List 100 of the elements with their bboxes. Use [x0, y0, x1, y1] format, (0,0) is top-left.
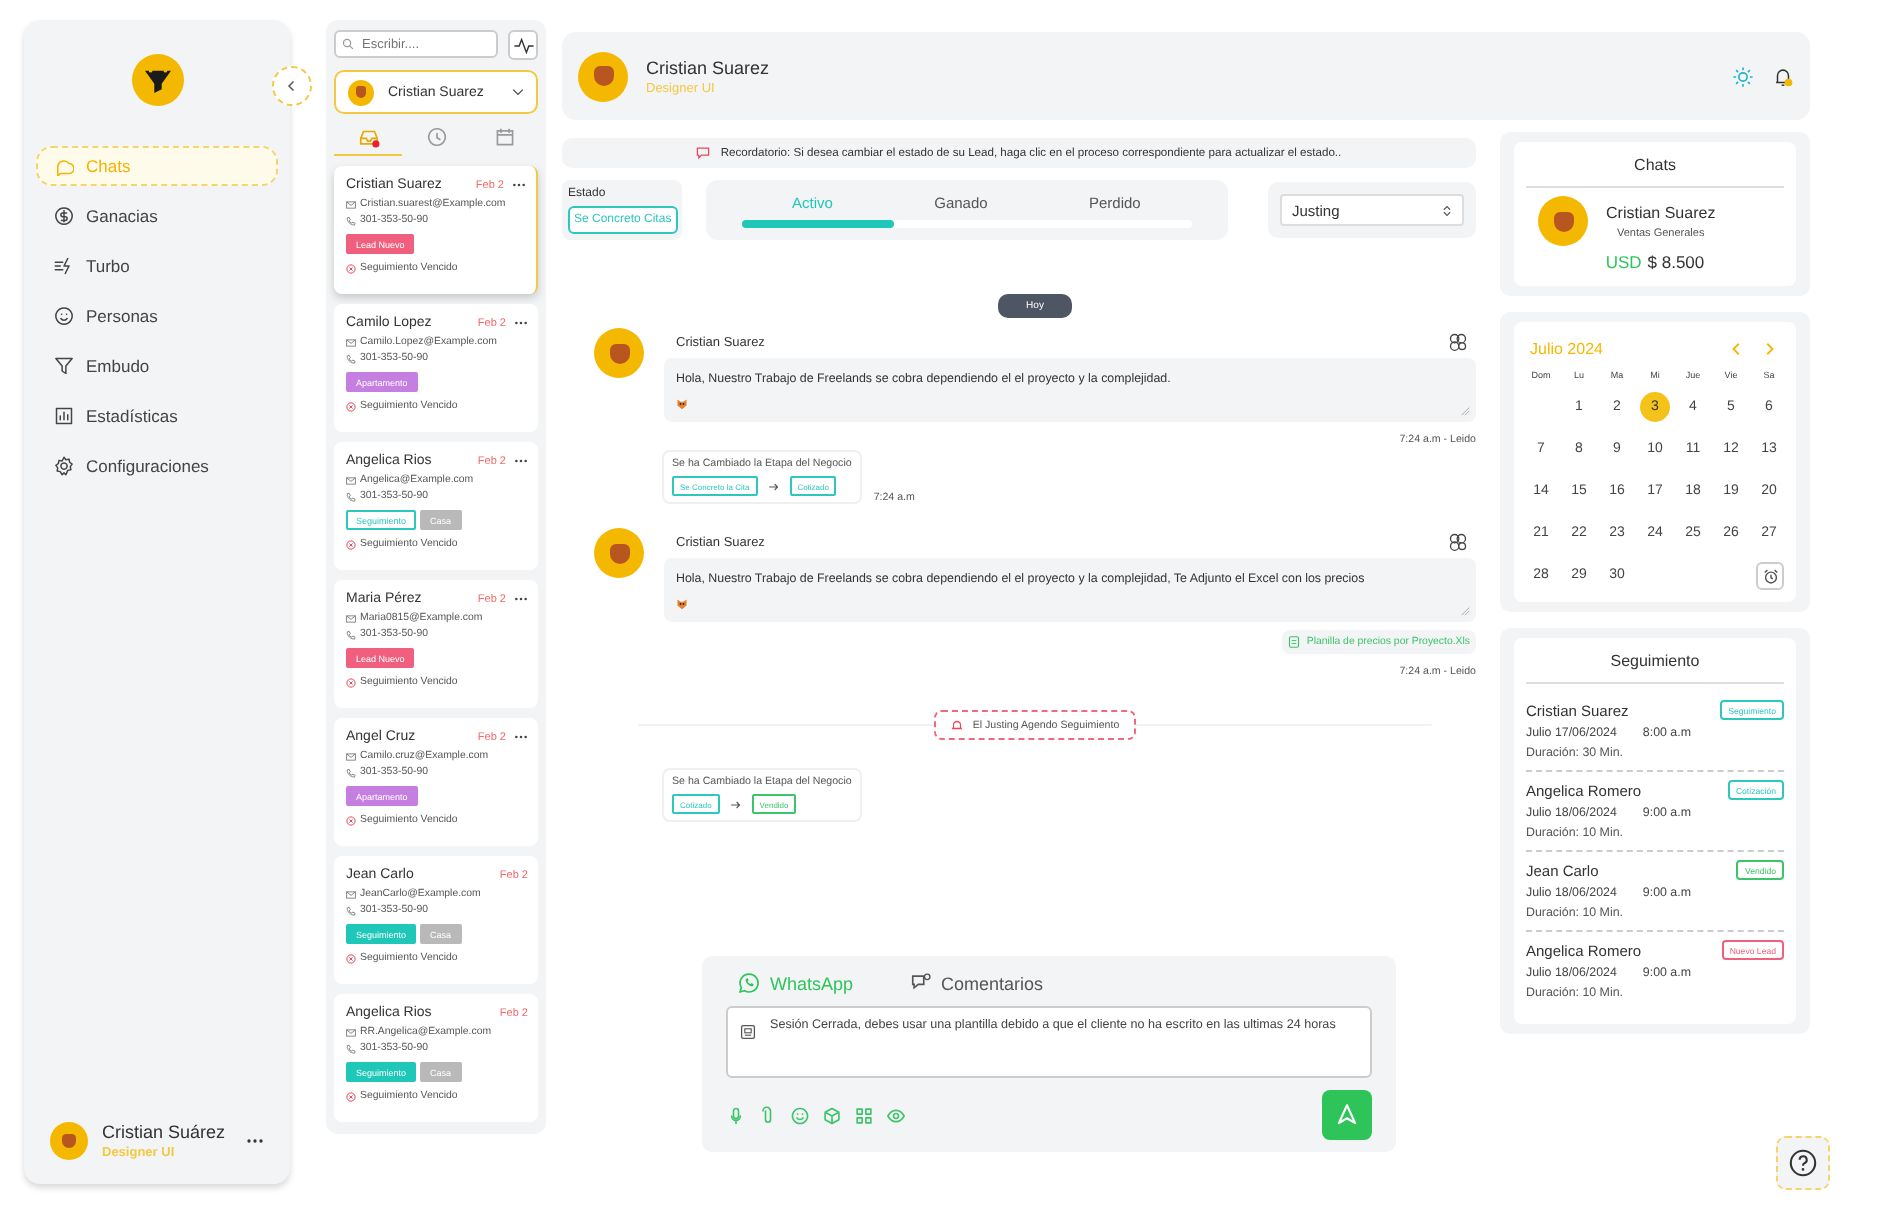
file-icon: [1288, 636, 1301, 648]
inbox-icon: [357, 126, 379, 148]
chat-bubble-icon: [54, 156, 74, 176]
smiley-icon[interactable]: [790, 1105, 810, 1125]
comment-icon: [909, 972, 932, 994]
more-icon[interactable]: [514, 458, 528, 464]
mail-icon: [346, 751, 356, 761]
nav-label: Turbo: [86, 256, 130, 276]
eye-icon[interactable]: [886, 1105, 906, 1125]
lightning-icon: [54, 256, 74, 276]
chat-bubble-icon: [696, 146, 711, 160]
mail-icon: [346, 889, 356, 899]
amount-value: $ 8.500: [1647, 252, 1705, 272]
settings-icon: [54, 456, 74, 476]
phone-bubble-icon: [738, 972, 760, 994]
channel-label: WhatsApp: [770, 973, 854, 993]
mail-icon: [346, 337, 356, 347]
resize-icon: [1460, 406, 1470, 416]
contact-name: Cristian Suarez: [646, 57, 770, 77]
collapse-button[interactable]: [272, 66, 312, 106]
channel-tab[interactable]: Comentarios: [909, 972, 1044, 994]
channel-label: Comentarios: [941, 973, 1044, 993]
bell-icon[interactable]: [1772, 65, 1794, 87]
arrow-icon: [767, 481, 780, 491]
funnel-icon: [54, 356, 74, 376]
card-title: Chats: [1526, 156, 1784, 188]
phone-icon: [346, 905, 356, 915]
chevron-left-icon: [286, 80, 298, 92]
clock-icon: [425, 126, 447, 148]
emoji-icon: [676, 598, 688, 610]
smiley-icon: [54, 306, 74, 326]
mail-icon: [346, 1027, 356, 1037]
calendar-icon: [493, 126, 515, 148]
card-title: Seguimiento: [1526, 652, 1784, 684]
nav-label: Estadísticas: [86, 406, 178, 426]
mail-icon: [346, 475, 356, 485]
more-icon[interactable]: [514, 734, 528, 740]
avatar: [1538, 196, 1588, 246]
nav-item[interactable]: Turbo: [36, 246, 278, 286]
nav-item[interactable]: Estadísticas: [36, 396, 278, 436]
phone-icon: [346, 491, 356, 501]
pulse-icon: [513, 37, 533, 53]
alert-icon: [346, 1091, 356, 1101]
mail-icon: [346, 613, 356, 623]
phone-icon: [346, 353, 356, 363]
phone-icon: [346, 215, 356, 225]
dollar-icon: [54, 206, 74, 226]
currency-label: USD: [1605, 252, 1642, 272]
mail-icon: [346, 199, 356, 209]
microphone-icon[interactable]: [726, 1105, 746, 1125]
next-month-icon[interactable]: [1762, 342, 1776, 356]
avatar: [594, 528, 644, 578]
nav-label: Personas: [86, 306, 158, 326]
phone-icon: [346, 1043, 356, 1053]
nav-label: Chats: [86, 156, 131, 176]
nav-item[interactable]: Configuraciones: [36, 446, 278, 486]
cube-icon[interactable]: [822, 1105, 842, 1125]
avatar: [50, 1122, 88, 1160]
search-icon: [342, 38, 354, 50]
nav-item[interactable]: Personas: [36, 296, 278, 336]
activity-button[interactable]: [508, 30, 538, 60]
avatar: [594, 328, 644, 378]
avatar: [348, 79, 374, 105]
alert-icon: [346, 677, 356, 687]
more-icon[interactable]: [514, 320, 528, 326]
agent-name: Cristian Suarez: [1606, 203, 1716, 221]
user-name: Cristian Suárez: [102, 1122, 226, 1142]
help-icon: [1788, 1148, 1818, 1178]
alert-icon: [346, 539, 356, 549]
bar-chart-icon: [54, 406, 74, 426]
alert-icon: [346, 263, 356, 273]
more-icon[interactable]: [514, 596, 528, 602]
logo-icon: [131, 54, 183, 106]
nav-label: Configuraciones: [86, 456, 209, 476]
circles-icon[interactable]: [1448, 332, 1468, 352]
nav-item[interactable]: Embudo: [36, 346, 278, 386]
resize-icon: [1460, 606, 1470, 616]
sort-arrows-icon: [1442, 203, 1452, 217]
previous-month-icon[interactable]: [1730, 342, 1744, 356]
emoji-icon: [676, 398, 688, 410]
circles-icon[interactable]: [1448, 532, 1468, 552]
calendar-button[interactable]: [1756, 562, 1784, 590]
template-icon[interactable]: [740, 1024, 756, 1040]
nav-item[interactable]: Ganacias: [36, 196, 278, 236]
more-icon[interactable]: [512, 182, 526, 188]
grid-icon[interactable]: [854, 1105, 874, 1125]
help-button[interactable]: [1776, 1136, 1830, 1190]
more-icon[interactable]: [245, 1138, 264, 1144]
phone-icon: [346, 629, 356, 639]
chevron-down-icon: [512, 88, 524, 96]
calendar-month: Julio 2024: [1530, 340, 1603, 358]
sun-icon[interactable]: [1732, 65, 1754, 87]
alert-icon: [346, 953, 356, 963]
nav-label: Ganacias: [86, 206, 158, 226]
send-icon: [1334, 1102, 1360, 1128]
alert-icon: [346, 815, 356, 825]
avatar: [578, 51, 628, 101]
phone-icon: [346, 767, 356, 777]
send-button[interactable]: [1322, 1090, 1372, 1140]
bell-icon: [950, 718, 965, 732]
